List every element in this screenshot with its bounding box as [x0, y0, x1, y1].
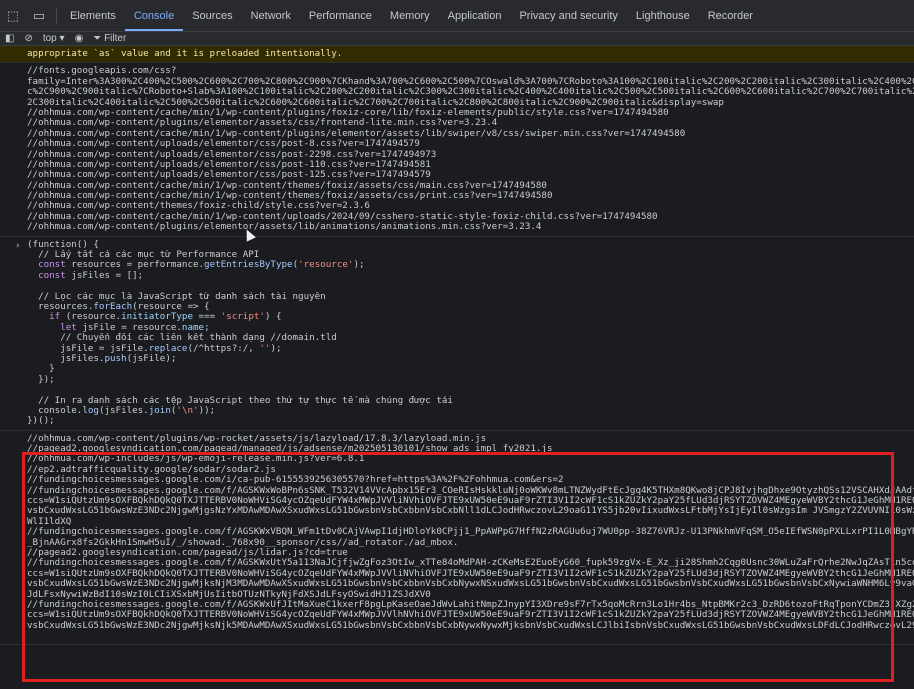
code-line: const resources = performance.getEntries… [38, 260, 365, 271]
list-item: //fundingchoicesmessages.google.com/f/AG… [27, 485, 914, 496]
code-line: if (resource.initiatorType === 'script')… [49, 312, 282, 323]
tab-privacy-security[interactable]: Privacy and security [510, 0, 626, 31]
code-comment: // Chuyển đổi các liên kết thành dạng //… [27, 333, 337, 344]
code-comment: // In ra danh sách các tệp JavaScript th… [27, 395, 453, 406]
filter-field[interactable]: ⏷ Filter [88, 32, 131, 45]
list-item: //ohhmua.com/wp-content/plugins/elemento… [27, 222, 542, 233]
code-line: let jsFile = resource.name; [60, 322, 210, 333]
device-toolbar-icon[interactable]: ▭ [26, 0, 52, 31]
list-item: //ohhmua.com/wp-content/uploads/elemento… [27, 170, 431, 181]
tab-application[interactable]: Application [439, 0, 511, 31]
list-item: ccs=W1siQUtzUm9sOXFBQkhDQkQ0TXJTTERBV0No… [27, 496, 914, 507]
warning-message: appropriate `as` value and it is preload… [0, 46, 914, 64]
list-item: //pagead2.googlesyndication.com/pagead/m… [27, 444, 553, 455]
tab-lighthouse[interactable]: Lighthouse [627, 0, 699, 31]
css-link-list: //fonts.googleapis.com/css? family=Inter… [0, 63, 914, 237]
console-output[interactable]: appropriate `as` value and it is preload… [0, 46, 914, 689]
list-item: //ohhmua.com/wp-content/cache/min/1/wp-c… [27, 128, 686, 139]
code-line: })(); [27, 416, 55, 427]
code-line: console.log(jsFiles.join('\n')); [27, 405, 216, 416]
list-item: //ohhmua.com/wp-includes/js/wp-emoji-rel… [27, 454, 365, 465]
filter-icon: ⏷ [93, 33, 102, 44]
list-item: //ep2.adtrafficquality.google/sodar/soda… [27, 464, 276, 475]
tab-memory[interactable]: Memory [381, 0, 439, 31]
list-item: //fundingchoicesmessages.google.com/i/ca… [27, 475, 564, 486]
list-item: //ohhmua.com/wp-content/uploads/elemento… [27, 139, 420, 150]
code-line: resources.forEach(resource => { [27, 301, 210, 312]
list-item: ccs=W1siQUtzUm9sOXFBQkhDQkQ0TXJTTERBV0No… [27, 610, 914, 621]
code-comment: // Lọc các mục là JavaScript từ danh sác… [27, 291, 326, 302]
code-line: }); [27, 374, 55, 385]
code-line: jsFile = jsFile.replace(/^https?:/, ''); [27, 343, 282, 354]
list-item: //ohhmua.com/wp-content/themes/foxiz-chi… [27, 201, 370, 212]
console-toolbar: ◧ ⊘ top ▾ ◉ ⏷ Filter [0, 32, 914, 46]
tabbar-divider [56, 7, 57, 24]
list-item: vsbCxudWxsLG51bGwsWzE3NDc2NjgwMjgsNzYxMD… [27, 506, 914, 517]
list-item: //fundingchoicesmessages.google.com/f/AG… [27, 558, 914, 569]
filter-placeholder: Filter [104, 33, 127, 44]
expand-arrow-icon[interactable]: › [15, 240, 21, 251]
tab-sources[interactable]: Sources [183, 0, 241, 31]
js-output-list: //ohhmua.com/wp-content/plugins/wp-rocke… [0, 431, 914, 646]
list-item: //ohhmua.com/wp-content/uploads/elemento… [27, 159, 431, 170]
list-item: //pagead2.googlesyndication.com/pagead/j… [27, 547, 348, 558]
code-line: jsFiles.push(jsFile); [27, 353, 177, 364]
console-input-code: › (function() { // Lấy tất cả các mục từ… [0, 237, 914, 431]
sidebar-toggle-icon[interactable]: ◧ [0, 32, 19, 45]
list-item: //ohhmua.com/wp-content/cache/min/1/wp-c… [27, 180, 547, 191]
list-item: vsbCxudWxsLG51bGwsWzE3NDc2NjgwMjksNjM3MD… [27, 579, 914, 590]
list-item [0, 631, 914, 641]
list-item: ccs=W1siQUtzUm9sOXFBQkhDQkQ0TXJTTERBV0No… [27, 568, 914, 579]
code-comment: // Lấy tất cả các mục từ Performance API [27, 250, 260, 261]
list-item: _BjnAAGrx8fs2GkkHn1SmwH5uI/_/showad._768… [27, 537, 459, 548]
list-item: //fundingchoicesmessages.google.com/f/AG… [27, 599, 914, 610]
tab-recorder[interactable]: Recorder [699, 0, 762, 31]
tab-elements[interactable]: Elements [61, 0, 125, 31]
list-item: //ohhmua.com/wp-content/plugins/elemento… [27, 118, 498, 129]
code-line: (function() { [27, 239, 99, 250]
list-item: //ohhmua.com/wp-content/plugins/wp-rocke… [27, 433, 487, 444]
devtools-tabbar: ⬚ ▭ Elements Console Sources Network Per… [0, 0, 914, 32]
list-item: //ohhmua.com/wp-content/uploads/elemento… [27, 149, 437, 160]
context-label: top [42, 33, 57, 44]
list-item: family=Inter%3A300%2C400%2C500%2C600%2C7… [27, 76, 914, 87]
code-line: const jsFiles = []; [38, 270, 144, 281]
list-item: JdLFsxNywiWzBdI10sWzI0LCIiXSxbMjUsIitbOT… [27, 589, 431, 600]
list-item: WlI1ldXQ [27, 516, 72, 527]
inspect-element-icon[interactable]: ⬚ [0, 0, 26, 31]
list-item: 2C300italic%2C400italic%2C500%2C500itali… [27, 97, 724, 108]
list-item: //ohhmua.com/wp-content/cache/min/1/wp-c… [27, 191, 553, 202]
tab-performance[interactable]: Performance [300, 0, 381, 31]
list-item: c%2C900%2C900italic%7CRoboto+Slab%3A100%… [27, 87, 914, 98]
list-item: //ohhmua.com/wp-content/cache/min/1/wp-c… [27, 107, 669, 118]
warning-text: appropriate `as` value and it is preload… [27, 49, 343, 59]
context-selector[interactable]: top ▾ [38, 32, 70, 45]
list-item: //fonts.googleapis.com/css? [27, 66, 177, 77]
tab-console[interactable]: Console [124, 0, 184, 31]
list-item: //ohhmua.com/wp-content/cache/min/1/wp-c… [27, 211, 658, 222]
tab-network[interactable]: Network [242, 0, 300, 31]
list-item: vsbCxudWxsLG51bGwsWzE3NDc2NjgwMjksNjk5MD… [27, 620, 914, 631]
code-line: } [27, 364, 55, 375]
clear-console-icon[interactable]: ⊘ [19, 32, 37, 45]
live-expression-icon[interactable]: ◉ [70, 32, 89, 45]
list-item: //fundingchoicesmessages.google.com/f/AG… [27, 527, 914, 538]
